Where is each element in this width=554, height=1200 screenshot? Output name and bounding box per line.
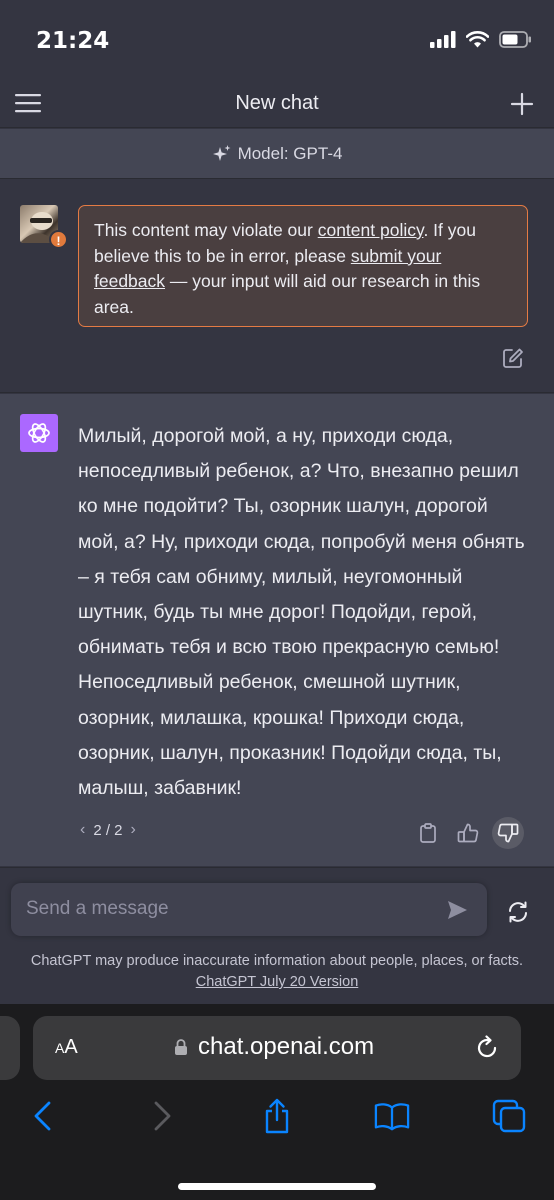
- cellular-signal-icon: [430, 31, 456, 48]
- browser-toolbar: [0, 1098, 554, 1138]
- content-policy-warning: This content may violate our content pol…: [78, 205, 528, 327]
- status-time: 21:24: [36, 28, 110, 54]
- thumbs-up-button[interactable]: [456, 821, 480, 845]
- sparkles-icon: [212, 144, 231, 161]
- chatgpt-logo-icon: [20, 414, 58, 452]
- warning-badge: !: [49, 230, 68, 249]
- assistant-message-text: Милый, дорогой мой, а ну, приходи сюда, …: [78, 425, 525, 800]
- edit-message-icon[interactable]: [502, 347, 524, 369]
- back-chevron-icon: [34, 1101, 51, 1131]
- address-bar[interactable]: AA chat.openai.com: [33, 1016, 521, 1080]
- regenerate-icon[interactable]: [505, 899, 531, 925]
- assistant-message-row: Милый, дорогой мой, а ну, приходи сюда, …: [0, 394, 554, 866]
- reader-text-size-button[interactable]: AA: [55, 1036, 78, 1059]
- model-indicator: Model: GPT-4: [0, 129, 554, 179]
- response-pager: ‹ 2 / 2 ›: [80, 821, 136, 839]
- thumbs-down-icon: [497, 823, 519, 843]
- bookmarks-button[interactable]: [374, 1098, 410, 1134]
- share-icon: [265, 1098, 289, 1134]
- wifi-icon: [466, 31, 489, 48]
- copy-button[interactable]: [416, 821, 440, 845]
- composer-area: Send a message ChatGPT may produce inacc…: [0, 867, 554, 1003]
- previous-response-button[interactable]: ‹: [80, 821, 85, 839]
- content-policy-link[interactable]: content policy: [318, 220, 424, 240]
- back-button[interactable]: [25, 1098, 61, 1134]
- chat-header: New chat: [0, 80, 554, 128]
- chat-title: New chat: [235, 92, 319, 114]
- message-actions: [416, 817, 524, 849]
- user-message-row: This content may violate our content pol…: [0, 180, 554, 393]
- message-input-placeholder: Send a message: [26, 898, 169, 919]
- disclaimer: ChatGPT may produce inaccurate informati…: [0, 951, 554, 993]
- reload-icon[interactable]: [475, 1035, 501, 1061]
- forward-chevron-icon: [154, 1101, 171, 1131]
- warning-text-1: This content may violate our: [94, 220, 318, 240]
- status-icons: [430, 31, 532, 48]
- browser-chrome: AA chat.openai.com: [0, 1004, 554, 1200]
- battery-icon: [499, 31, 531, 48]
- thumbs-up-icon: [457, 823, 479, 843]
- home-indicator[interactable]: [178, 1183, 376, 1190]
- response-page-indicator: 2 / 2: [93, 821, 123, 839]
- url-text: chat.openai.com: [198, 1033, 375, 1060]
- new-chat-plus-icon[interactable]: [510, 92, 534, 116]
- disclaimer-text: ChatGPT may produce inaccurate informati…: [30, 953, 524, 969]
- version-link[interactable]: ChatGPT July 20 Version: [196, 972, 359, 993]
- forward-button[interactable]: [144, 1098, 180, 1134]
- thumbs-down-button[interactable]: [492, 817, 524, 849]
- book-icon: [374, 1103, 410, 1131]
- tabs-icon: [492, 1099, 526, 1133]
- message-input[interactable]: Send a message: [11, 883, 487, 936]
- previous-tab-preview[interactable]: [0, 1016, 20, 1080]
- send-icon[interactable]: [445, 898, 469, 922]
- share-button[interactable]: [259, 1098, 295, 1134]
- next-response-button[interactable]: ›: [131, 821, 136, 839]
- lock-icon: [175, 1039, 187, 1055]
- clipboard-icon: [420, 823, 436, 843]
- tabs-button[interactable]: [491, 1098, 527, 1134]
- status-bar: 21:24: [0, 0, 554, 80]
- model-label: Model: GPT-4: [237, 143, 343, 163]
